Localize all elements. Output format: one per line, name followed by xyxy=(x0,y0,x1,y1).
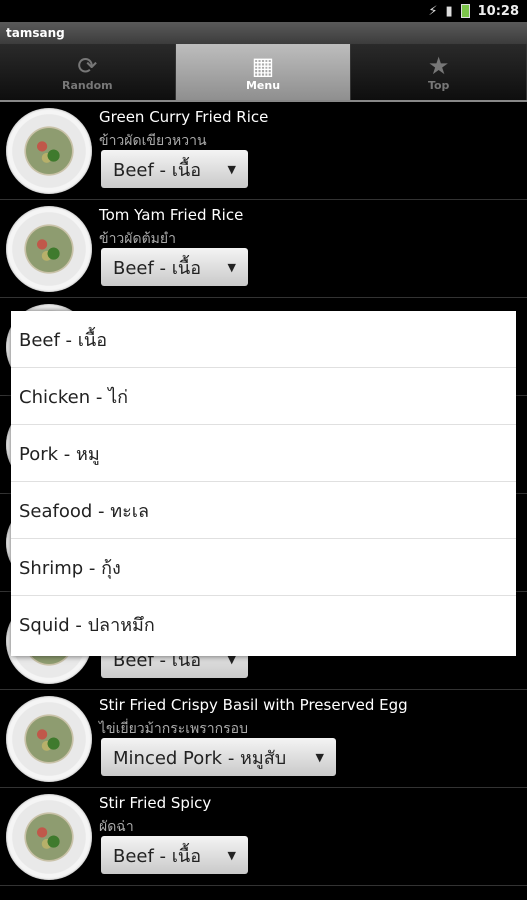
dish-name-en: Stir Fried Crispy Basil with Preserved E… xyxy=(99,696,408,714)
clock: 10:28 xyxy=(477,3,519,19)
tab-random[interactable]: ⟳ Random xyxy=(0,44,176,100)
list-item[interactable]: Green Curry Fried Rice ข้าวผัดเขียวหวาน … xyxy=(0,102,527,200)
usb-icon: ⚡ xyxy=(428,3,438,19)
dish-name-th: ข้าวผัดต้มยำ xyxy=(99,231,176,247)
list-item[interactable]: Stir Fried Spicy ผัดฉ่า Beef - เนื้อ ▼ xyxy=(0,788,527,886)
app-title: tamsang xyxy=(0,22,527,44)
dish-name-en: Tom Yam Fried Rice xyxy=(99,206,244,224)
tab-top[interactable]: ★ Top xyxy=(351,44,527,100)
tab-bar: ⟳ Random ▦ Menu ★ Top xyxy=(0,44,527,102)
dish-image xyxy=(6,206,92,292)
book-icon: ▦ xyxy=(251,51,275,80)
option-seafood[interactable]: Seafood - ทะเล xyxy=(11,482,516,539)
option-pork[interactable]: Pork - หมู xyxy=(11,425,516,482)
option-chicken[interactable]: Chicken - ไก่ xyxy=(11,368,516,425)
option-shrimp[interactable]: Shrimp - กุ้ง xyxy=(11,539,516,596)
battery-icon xyxy=(460,4,470,18)
refresh-icon: ⟳ xyxy=(77,51,98,80)
meat-spinner[interactable]: Beef - เนื้อ ▼ xyxy=(101,248,248,286)
tab-menu[interactable]: ▦ Menu xyxy=(175,44,352,100)
dropdown-arrow-icon: ▼ xyxy=(227,848,236,862)
dropdown-arrow-icon: ▼ xyxy=(227,162,236,176)
list-item[interactable]: Tom Yam Fried Rice ข้าวผัดต้มยำ Beef - เ… xyxy=(0,200,527,298)
dish-image xyxy=(6,108,92,194)
meat-spinner[interactable]: Minced Pork - หมูสับ ▼ xyxy=(101,738,336,776)
dish-name-th: ไข่เยี่ยวม้ากระเพรากรอบ xyxy=(99,721,248,737)
dish-name-en: Green Curry Fried Rice xyxy=(99,108,269,126)
dish-name-th: ผัดฉ่า xyxy=(99,819,134,835)
list-item[interactable]: Stir Fried Crispy Basil with Preserved E… xyxy=(0,690,527,788)
dish-name-th: ข้าวผัดเขียวหวาน xyxy=(99,133,207,149)
dish-image xyxy=(6,696,92,782)
option-squid[interactable]: Squid - ปลาหมึก xyxy=(11,596,516,653)
star-icon: ★ xyxy=(427,51,450,80)
dropdown-arrow-icon: ▼ xyxy=(227,260,236,274)
meat-spinner[interactable]: Beef - เนื้อ ▼ xyxy=(101,836,248,874)
option-beef[interactable]: Beef - เนื้อ xyxy=(11,311,516,368)
status-bar: ⚡ ▮ 10:28 xyxy=(0,0,527,22)
dish-name-en: Stir Fried Spicy xyxy=(99,794,212,812)
meat-spinner[interactable]: Beef - เนื้อ ▼ xyxy=(101,150,248,188)
meat-options-dropdown: Beef - เนื้อ Chicken - ไก่ Pork - หมู Se… xyxy=(11,311,516,656)
dropdown-arrow-icon: ▼ xyxy=(315,750,324,764)
dish-image xyxy=(6,794,92,880)
signal-icon: ▮ xyxy=(445,3,453,19)
